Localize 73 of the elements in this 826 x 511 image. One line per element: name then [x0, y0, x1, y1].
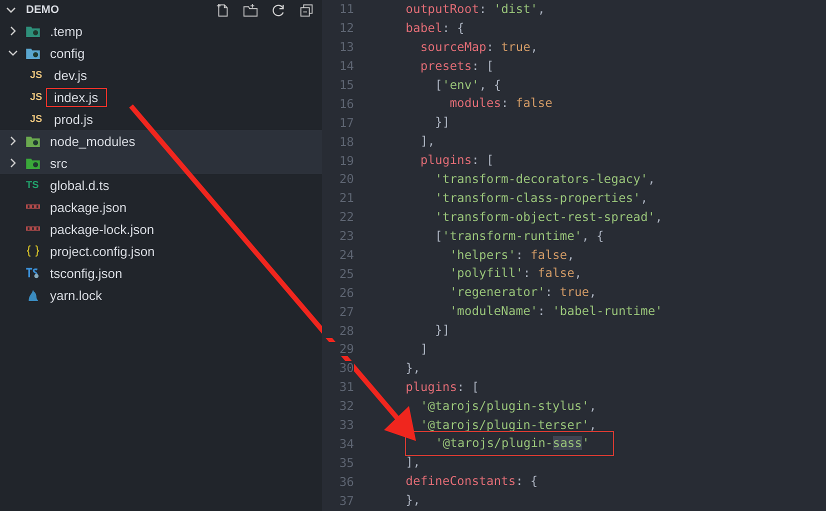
js-icon: JS [30, 92, 44, 102]
tree-item[interactable]: project.config.json [0, 240, 322, 262]
folder-icon [26, 135, 40, 147]
file-name: config [49, 44, 86, 62]
tree-item[interactable]: .temp [0, 20, 322, 42]
chevron-icon[interactable] [8, 48, 18, 58]
code-line: 'transform-class-properties', [434, 190, 649, 207]
file-name: tsconfig.json [49, 264, 124, 282]
js-icon: JS [30, 70, 44, 80]
new-file-icon[interactable] [215, 2, 230, 18]
tree-item[interactable]: tsconfig.json [0, 262, 322, 284]
code-line: ['transform-runtime', { [434, 228, 605, 245]
code-line: 'moduleName': 'babel-runtime' [448, 303, 664, 320]
code-line: defineConstants: { [404, 473, 539, 490]
file-name: package.json [49, 198, 128, 216]
tree-item[interactable]: src [0, 152, 322, 174]
folder-icon [26, 25, 40, 37]
file-name: dev.js [53, 66, 88, 84]
code-line: 'helpers': false, [448, 246, 576, 264]
folder-icon [26, 47, 40, 59]
code-line: babel: { [404, 20, 466, 37]
tree-item[interactable]: config [0, 42, 322, 64]
code-line: 'polyfill': false, [448, 265, 583, 282]
code-line: plugins: [ [404, 378, 480, 396]
chevron-icon[interactable] [8, 158, 18, 168]
code-line: presets: [ [419, 58, 495, 75]
file-name: index.js [46, 88, 108, 106]
tree-item[interactable]: yarn.lock [0, 284, 322, 306]
tree-item[interactable]: JS dev.js [0, 64, 322, 86]
code-line: modules: false [448, 95, 554, 112]
code-line: }] [434, 322, 451, 340]
tsconfig-icon [26, 267, 40, 279]
code-line: 'transform-object-rest-spread', [434, 208, 664, 226]
file-name: global.d.ts [49, 176, 110, 194]
line-number: 28 [322, 324, 354, 338]
file-name: .temp [49, 22, 84, 40]
code-line: }, [404, 492, 422, 510]
new-folder-icon[interactable] [243, 2, 258, 18]
code-line: sourceMap: true, [419, 38, 539, 56]
folder-icon [26, 157, 40, 169]
file-name: prod.js [53, 110, 94, 128]
tree-item[interactable]: JS prod.js [0, 108, 322, 130]
tree-item[interactable]: package-lock.json [0, 218, 322, 240]
code-line: ], [419, 133, 436, 150]
code-line: ], [404, 454, 422, 472]
chevron-icon[interactable] [8, 136, 18, 146]
code-line: 'regenerator': true, [448, 284, 598, 302]
code-line: plugins: [ [419, 152, 495, 170]
code-line: outputRoot: 'dist', [404, 0, 546, 18]
code-line: '@tarojs/plugin-stylus', [419, 398, 598, 415]
code-line: ] [419, 340, 429, 358]
file-name: yarn.lock [49, 286, 104, 304]
tree-item[interactable]: package.json [0, 196, 322, 218]
chevron-icon[interactable] [6, 5, 16, 15]
code-line: }, [404, 360, 422, 377]
file-name: package-lock.json [49, 220, 156, 238]
file-name: project.config.json [49, 242, 156, 260]
explorer-title: DEMO [26, 4, 59, 16]
collapse-all-icon[interactable] [299, 2, 314, 18]
tree-item[interactable]: node_modules [0, 130, 322, 152]
code-line: }] [434, 114, 451, 132]
braces-icon [26, 245, 40, 257]
tree-item[interactable]: TS global.d.ts [0, 174, 322, 196]
js-icon: JS [30, 114, 44, 124]
file-name: src [49, 154, 68, 172]
code-line: '@tarojs/plugin-terser', [419, 416, 598, 434]
code-line: 'transform-decorators-legacy', [434, 170, 656, 188]
refresh-icon[interactable] [271, 2, 286, 18]
code-line: ['env', { [434, 76, 502, 94]
tree-item[interactable]: JS index.js [0, 86, 322, 108]
ts-icon: TS [26, 180, 40, 190]
file-name: node_modules [49, 132, 136, 150]
chevron-icon[interactable] [8, 26, 18, 36]
